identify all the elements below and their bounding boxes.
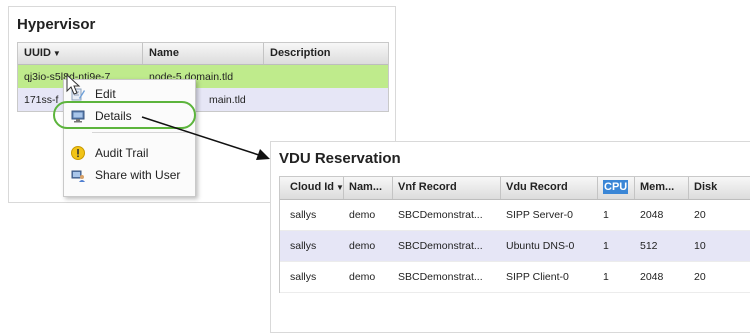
vdu-table-header: Cloud Id ▼ Nam... Vnf Record Vdu Record C… xyxy=(280,177,750,200)
sort-desc-icon[interactable]: ▼ xyxy=(336,183,343,192)
column-header-name[interactable]: Name xyxy=(143,43,264,64)
column-header-vnf-record[interactable]: Vnf Record xyxy=(393,177,501,199)
column-header-disk[interactable]: Disk xyxy=(689,177,750,199)
column-header-uuid[interactable]: UUID ▼ xyxy=(18,43,143,64)
cell-vdu-record: Ubuntu DNS-0 xyxy=(506,240,575,252)
cell-memory: 2048 xyxy=(640,209,664,221)
menu-item-label: Audit Trail xyxy=(95,146,149,160)
cell-vnf-record: SBCDemonstrat... xyxy=(398,271,483,283)
cpu-header-label: CPU xyxy=(603,180,629,194)
vdu-reservation-table: Cloud Id ▼ Nam... Vnf Record Vdu Record C… xyxy=(279,176,750,293)
cell-vnf-record: SBCDemonstrat... xyxy=(398,240,483,252)
vdu-reservation-title: VDU Reservation xyxy=(279,150,401,167)
cell-vdu-record: SIPP Server-0 xyxy=(506,209,573,221)
column-header-memory[interactable]: Mem... xyxy=(635,177,689,199)
vdu-reservation-panel: VDU Reservation Cloud Id ▼ Nam... Vnf Rec… xyxy=(270,141,750,333)
cell-disk: 20 xyxy=(694,209,706,221)
cell-cpu: 1 xyxy=(603,271,609,283)
cell-disk: 10 xyxy=(694,240,706,252)
cell-cpu: 1 xyxy=(603,240,609,252)
cell-name: demo xyxy=(349,271,376,283)
cell-cloud-id: sallys xyxy=(290,209,317,221)
cell-name: demo xyxy=(349,240,376,252)
menu-item-label: Edit xyxy=(95,87,116,101)
cell-cloud-id: sallys xyxy=(290,240,317,252)
table-row[interactable]: sallys demo SBCDemonstrat... SIPP Server… xyxy=(280,200,750,231)
column-header-cpu[interactable]: CPU xyxy=(598,177,635,199)
column-header-name[interactable]: Nam... xyxy=(344,177,393,199)
menu-item-share-with-user[interactable]: Share with User xyxy=(64,165,193,185)
cell-disk: 20 xyxy=(694,271,706,283)
cell-cloud-id: sallys xyxy=(290,271,317,283)
cell-vdu-record: SIPP Client-0 xyxy=(506,271,569,283)
cell-vnf-record: SBCDemonstrat... xyxy=(398,209,483,221)
warning-icon xyxy=(71,146,85,160)
column-header-description[interactable]: Description xyxy=(264,43,388,64)
sort-desc-icon[interactable]: ▼ xyxy=(53,49,61,58)
hypervisor-title: Hypervisor xyxy=(17,16,96,33)
mouse-cursor-icon xyxy=(66,74,81,95)
share-icon xyxy=(71,168,85,182)
column-header-vdu-record[interactable]: Vdu Record xyxy=(501,177,598,199)
hypervisor-table-header: UUID ▼ Name Description xyxy=(18,43,388,65)
table-row[interactable]: sallys demo SBCDemonstrat... Ubuntu DNS-… xyxy=(280,231,750,262)
column-header-cloud-id[interactable]: Cloud Id ▼ xyxy=(280,177,344,199)
cell-cpu: 1 xyxy=(603,209,609,221)
cell-memory: 512 xyxy=(640,240,658,252)
menu-item-audit-trail[interactable]: Audit Trail xyxy=(64,143,193,163)
cell-name: demo xyxy=(349,209,376,221)
details-highlight-ring xyxy=(53,101,196,129)
cell-memory: 2048 xyxy=(640,271,664,283)
table-row[interactable]: sallys demo SBCDemonstrat... SIPP Client… xyxy=(280,262,750,293)
menu-separator xyxy=(92,132,189,133)
menu-item-label: Share with User xyxy=(95,168,181,182)
context-menu: Edit Details Audit Trail Share with User xyxy=(63,79,196,197)
